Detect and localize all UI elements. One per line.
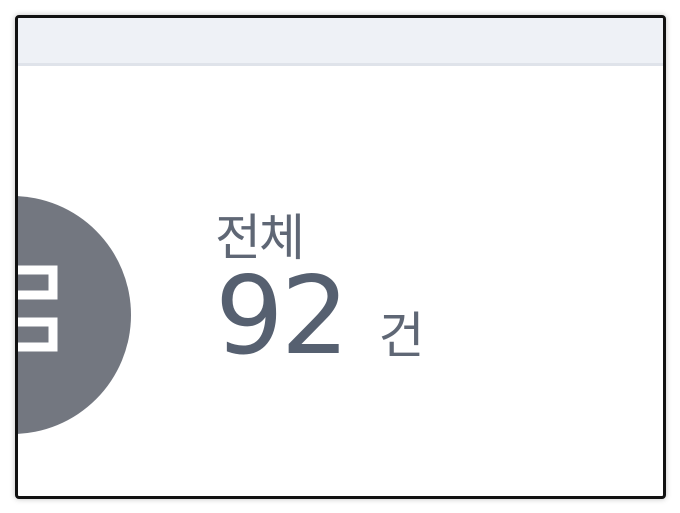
header-strip: [18, 18, 663, 66]
summary-card: 전체 92 건: [15, 15, 666, 499]
summary-avatar: [18, 196, 131, 434]
total-unit: 건: [378, 307, 425, 365]
total-stat: 전체 92 건: [215, 213, 424, 371]
total-value-row: 92 건: [215, 263, 424, 371]
list-icon: [18, 265, 58, 352]
total-count: 92: [215, 254, 349, 379]
